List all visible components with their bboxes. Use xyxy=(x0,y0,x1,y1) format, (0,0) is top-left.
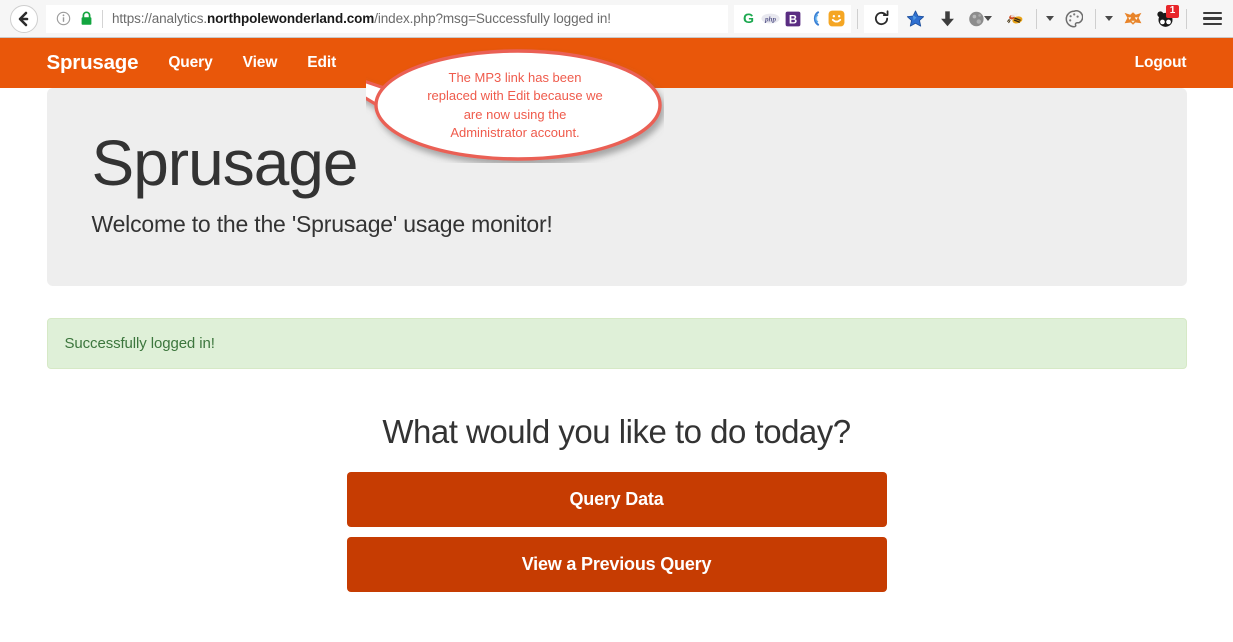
globe-dropdown-caret[interactable] xyxy=(984,16,992,21)
download-arrow-icon xyxy=(940,10,954,26)
panda-button[interactable]: 1 xyxy=(1150,4,1180,33)
view-previous-query-button[interactable]: View a Previous Query xyxy=(346,537,887,593)
palette-button[interactable] xyxy=(1059,5,1089,33)
svg-text:G: G xyxy=(743,11,754,27)
svg-text:php: php xyxy=(764,15,777,23)
nav-link-edit[interactable]: Edit xyxy=(307,54,336,72)
svg-text:B: B xyxy=(788,14,796,26)
query-data-button[interactable]: Query Data xyxy=(346,472,887,528)
nav-link-query[interactable]: Query xyxy=(168,54,212,72)
smiley-icon[interactable] xyxy=(827,9,846,28)
bitwarden-icon[interactable]: B xyxy=(783,9,802,28)
pocket-star-icon xyxy=(906,10,924,27)
notification-badge: 1 xyxy=(1166,4,1179,18)
palette-icon xyxy=(1065,9,1083,27)
cta-button-stack: Query Data View a Previous Query xyxy=(346,472,887,593)
toolbar-divider-3 xyxy=(1095,8,1096,29)
cta-heading: What would you like to do today? xyxy=(382,413,851,451)
url-path: /index.php?msg=Successfully logged in! xyxy=(374,11,611,26)
toolbar-divider-1 xyxy=(857,8,858,29)
url-protocol: https://analytics. xyxy=(112,11,207,26)
page-subtitle: Welcome to the the 'Sprusage' usage moni… xyxy=(91,211,553,238)
reload-button[interactable] xyxy=(864,4,898,33)
reload-icon xyxy=(874,10,888,25)
address-bar[interactable]: https://analytics.northpolewonderland.co… xyxy=(46,4,728,33)
url-host: northpolewonderland.com xyxy=(207,11,375,26)
url-text: https://analytics.northpolewonderland.co… xyxy=(112,11,611,26)
https-lock-icon xyxy=(78,10,94,28)
page-title: Sprusage xyxy=(91,127,359,199)
wasp-icon xyxy=(1006,12,1022,24)
url-divider xyxy=(102,9,103,28)
wasp-button[interactable] xyxy=(1000,5,1030,33)
site-navbar: Sprusage Query View Edit Logout xyxy=(0,38,1233,88)
status-alert: Successfully logged in! xyxy=(46,318,1187,370)
ghostery-icon[interactable]: G xyxy=(739,9,758,28)
pocket-star-button[interactable] xyxy=(900,5,930,33)
toolbar-divider-2 xyxy=(1036,8,1037,29)
fox-button[interactable] xyxy=(1118,5,1148,33)
globe-button[interactable] xyxy=(964,5,998,33)
site-info-icon[interactable] xyxy=(53,9,73,29)
nav-link-view[interactable]: View xyxy=(243,54,278,72)
palette-dropdown-caret[interactable] xyxy=(1102,16,1116,21)
navbar-right: Logout xyxy=(1135,54,1187,72)
swirl-icon[interactable] xyxy=(805,9,824,28)
jumbotron: Sprusage Welcome to the the 'Sprusage' u… xyxy=(46,88,1187,287)
back-arrow-icon xyxy=(18,11,29,26)
browser-toolbar: https://analytics.northpolewonderland.co… xyxy=(0,0,1233,38)
page-container: Sprusage Welcome to the the 'Sprusage' u… xyxy=(46,88,1187,593)
navbar-inner: Sprusage Query View Edit Logout xyxy=(47,38,1187,88)
cta-section: What would you like to do today? Query D… xyxy=(47,413,1187,593)
toolbar-divider-4 xyxy=(1186,8,1187,29)
fox-icon xyxy=(1124,12,1142,25)
hamburger-menu-icon[interactable] xyxy=(1197,5,1227,33)
wasp-dropdown-caret[interactable] xyxy=(1043,16,1057,21)
back-button[interactable] xyxy=(10,4,38,33)
downloads-button[interactable] xyxy=(932,5,962,33)
navbar-brand[interactable]: Sprusage xyxy=(47,51,139,75)
php-icon[interactable]: php xyxy=(761,9,780,28)
extension-icon-group: G php B xyxy=(734,4,851,33)
logout-link[interactable]: Logout xyxy=(1135,54,1187,71)
